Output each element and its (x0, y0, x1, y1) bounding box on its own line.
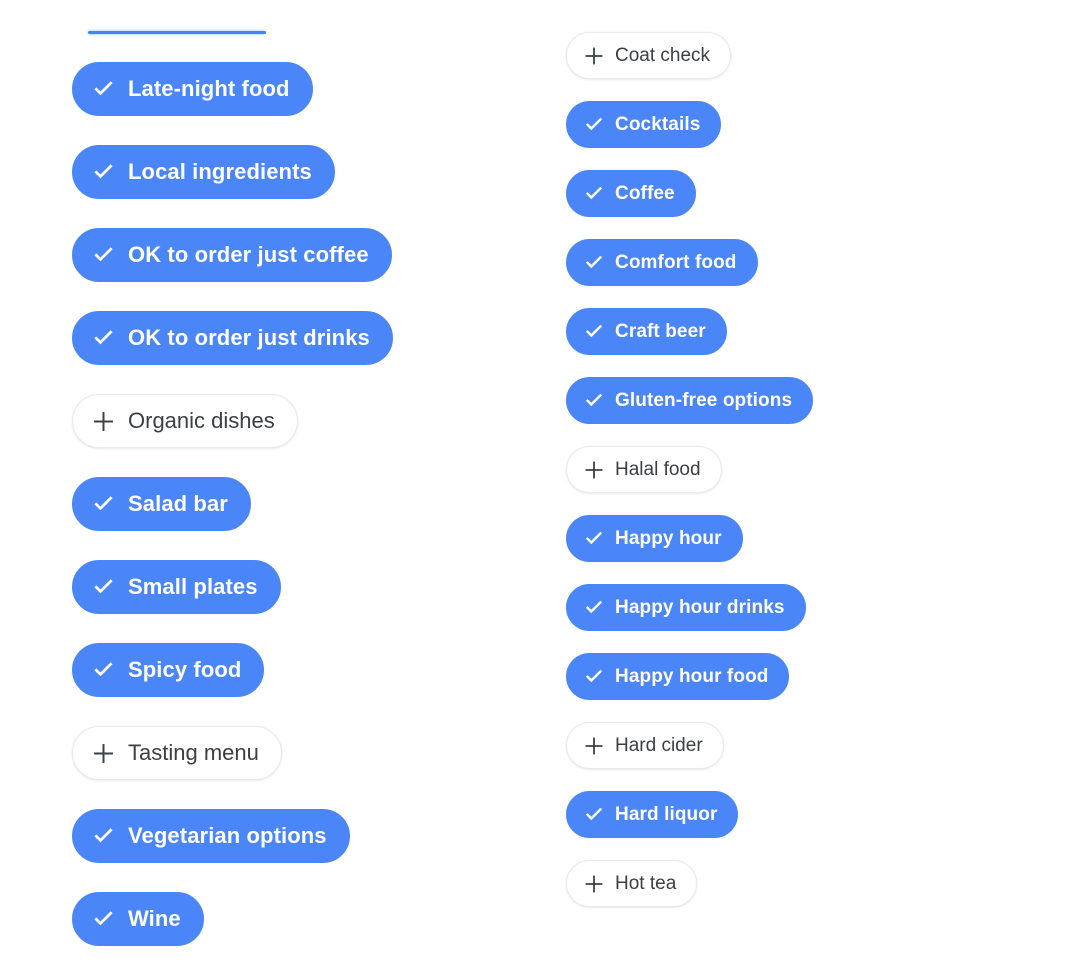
check-icon (90, 823, 117, 850)
chip-organic-dishes[interactable]: Organic dishes (72, 394, 298, 448)
plus-icon (582, 734, 606, 758)
chip-tasting-menu[interactable]: Tasting menu (72, 726, 282, 780)
check-icon (582, 320, 606, 344)
check-icon (582, 596, 606, 620)
check-icon (90, 906, 117, 933)
check-icon (90, 491, 117, 518)
chip-hot-tea[interactable]: Hot tea (566, 860, 698, 907)
chip-label: Tasting menu (128, 740, 259, 765)
chip-label: Spicy food (128, 657, 242, 682)
chip-label: Cocktails (615, 114, 701, 135)
chip-label: Hard liquor (615, 804, 718, 825)
chip-columns: Late-night food Local ingredients OK to or… (0, 0, 1087, 963)
chip-label: Small plates (128, 574, 258, 599)
plus-icon (90, 740, 117, 767)
chip-label: Vegetarian options (128, 823, 327, 848)
plus-icon (90, 408, 117, 435)
check-icon (90, 76, 117, 103)
chip-happy-hour-drinks[interactable]: Happy hour drinks (566, 584, 806, 631)
plus-icon (582, 872, 606, 896)
chip-hard-liquor[interactable]: Hard liquor (566, 791, 739, 838)
chip-craft-beer[interactable]: Craft beer (566, 308, 727, 355)
chip-cocktails[interactable]: Cocktails (566, 101, 722, 148)
chip-label: Halal food (615, 459, 701, 480)
chip-wine[interactable]: Wine (72, 892, 204, 946)
chip-comfort-food[interactable]: Comfort food (566, 239, 758, 286)
chip-label: Salad bar (128, 491, 228, 516)
check-icon (582, 527, 606, 551)
chip-label: OK to order just drinks (128, 325, 370, 350)
check-icon (582, 182, 606, 206)
chip-label: Coffee (615, 183, 675, 204)
chip-label: Hot tea (615, 873, 677, 894)
check-icon (90, 657, 117, 684)
chip-label: Late-night food (128, 76, 290, 101)
chip-local-ingredients[interactable]: Local ingredients (72, 145, 335, 199)
check-icon (582, 113, 606, 137)
check-icon (582, 251, 606, 275)
chip-label: OK to order just coffee (128, 242, 369, 267)
chip-label: Craft beer (615, 321, 706, 342)
plus-icon (582, 44, 606, 68)
chip-late-night-food[interactable]: Late-night food (72, 62, 313, 116)
chip-label: Gluten-free options (615, 390, 793, 411)
chip-label: Happy hour food (615, 666, 769, 687)
chip-coffee[interactable]: Coffee (566, 170, 696, 217)
check-icon (582, 389, 606, 413)
left-column: Late-night food Local ingredients OK to or… (72, 0, 393, 975)
chip-small-plates[interactable]: Small plates (72, 560, 281, 614)
chip-label: Happy hour drinks (615, 597, 785, 618)
chip-gluten-free-options[interactable]: Gluten-free options (566, 377, 814, 424)
check-icon (90, 574, 117, 601)
chip-label: Wine (128, 906, 181, 931)
amenity-filter-screen: Late-night food Local ingredients OK to or… (0, 0, 1087, 963)
check-icon (582, 665, 606, 689)
check-icon (90, 159, 117, 186)
chip-label: Happy hour (615, 528, 722, 549)
chip-label: Organic dishes (128, 408, 275, 433)
chip-happy-hour-food[interactable]: Happy hour food (566, 653, 790, 700)
chip-halal-food[interactable]: Halal food (566, 446, 722, 493)
chip-label: Local ingredients (128, 159, 312, 184)
check-icon (582, 803, 606, 827)
chip-salad-bar[interactable]: Salad bar (72, 477, 251, 531)
chip-happy-hour[interactable]: Happy hour (566, 515, 743, 562)
chip-ok-to-order-just-coffee[interactable]: OK to order just coffee (72, 228, 392, 282)
chip-ok-to-order-just-drinks[interactable]: OK to order just drinks (72, 311, 393, 365)
check-icon (90, 325, 117, 352)
chip-spicy-food[interactable]: Spicy food (72, 643, 265, 697)
chip-coat-check[interactable]: Coat check (566, 32, 732, 79)
chip-hard-cider[interactable]: Hard cider (566, 722, 724, 769)
chip-vegetarian-options[interactable]: Vegetarian options (72, 809, 350, 863)
chip-label: Hard cider (615, 735, 703, 756)
check-icon (90, 242, 117, 269)
right-column: Coat check Cocktails Coffee Comfort food Cra… (566, 0, 814, 929)
plus-icon (582, 458, 606, 482)
chip-label: Comfort food (615, 252, 737, 273)
chip-label: Coat check (615, 45, 711, 66)
